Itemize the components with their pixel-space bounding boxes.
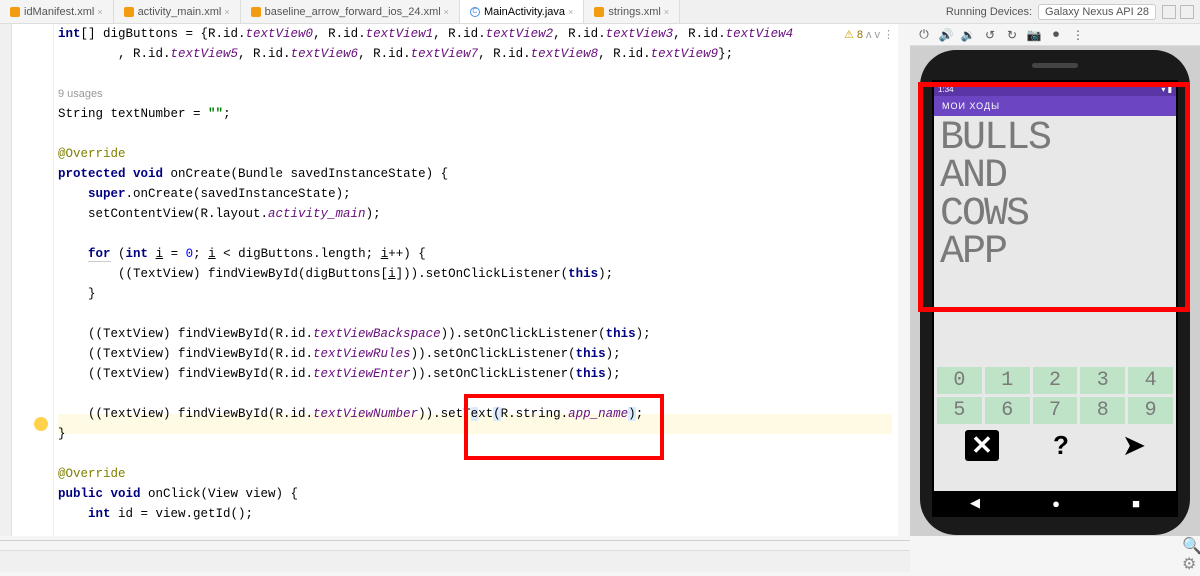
- volume-up-icon[interactable]: 🔊: [938, 27, 954, 43]
- key-1[interactable]: 1: [985, 367, 1030, 394]
- close-icon[interactable]: ×: [97, 7, 102, 17]
- key-8[interactable]: 8: [1080, 397, 1125, 424]
- tab-activity-main[interactable]: activity_main.xml×: [114, 0, 241, 23]
- tab-baseline-arrow[interactable]: baseline_arrow_forward_ios_24.xml×: [241, 0, 460, 23]
- key-6[interactable]: 6: [985, 397, 1030, 424]
- power-icon[interactable]: ⏻: [916, 27, 932, 43]
- settings-icon[interactable]: [1180, 5, 1194, 19]
- tab-strings[interactable]: strings.xml×: [584, 0, 680, 23]
- emulator-toolbar: ⏻ 🔊 🔉 ↺ ↻ 📷 ⏺ ⋮: [910, 24, 1200, 46]
- device-frame: 1:34 ▾ ▮ МОИ ХОДЫ BULLS AND COWS APP 0 1…: [920, 50, 1190, 535]
- running-devices-label: Running Devices:: [946, 6, 1032, 18]
- more-icon[interactable]: ⋮: [1070, 27, 1086, 43]
- tab-label: baseline_arrow_forward_ios_24.xml: [265, 6, 441, 18]
- bottom-panel: [0, 540, 910, 576]
- key-5[interactable]: 5: [937, 397, 982, 424]
- tab-label: strings.xml: [608, 6, 661, 18]
- tab-label: activity_main.xml: [138, 6, 222, 18]
- display-line-3: COWS: [940, 196, 1170, 234]
- record-icon[interactable]: ⏺: [1048, 27, 1064, 43]
- status-icons: ▾ ▮: [1161, 85, 1172, 94]
- key-3[interactable]: 3: [1080, 367, 1125, 394]
- device-selector[interactable]: Galaxy Nexus API 28: [1038, 4, 1156, 20]
- tab-manifest[interactable]: idManifest.xml×: [0, 0, 114, 23]
- key-2[interactable]: 2: [1033, 367, 1078, 394]
- app-display: BULLS AND COWS APP: [934, 116, 1176, 367]
- minimize-icon[interactable]: [1162, 5, 1176, 19]
- display-line-4: APP: [940, 234, 1170, 272]
- app-control-row: ✕ ? ➤: [934, 424, 1176, 467]
- app-keypad: 0 1 2 3 4 5 6 7 8 9: [934, 367, 1176, 424]
- key-9[interactable]: 9: [1128, 397, 1173, 424]
- rotate-left-icon[interactable]: ↺: [982, 27, 998, 43]
- app-title: МОИ ХОДЫ: [942, 101, 1000, 111]
- tab-main-activity[interactable]: C MainActivity.java×: [460, 0, 584, 23]
- display-line-1: BULLS: [940, 120, 1170, 158]
- code-content: int[] digButtons = {R.id.textView0, R.id…: [58, 24, 892, 524]
- emulator-side-toolbar: 🔍 ⚙: [1182, 536, 1198, 572]
- xml-icon: [594, 7, 604, 17]
- display-line-2: AND: [940, 158, 1170, 196]
- intention-bulb-icon[interactable]: [34, 417, 48, 431]
- screenshot-icon[interactable]: 📷: [1026, 27, 1042, 43]
- volume-down-icon[interactable]: 🔉: [960, 27, 976, 43]
- key-0[interactable]: 0: [937, 367, 982, 394]
- recents-button[interactable]: ■: [1132, 496, 1140, 511]
- rotate-right-icon[interactable]: ↻: [1004, 27, 1020, 43]
- zoom-icon[interactable]: 🔍: [1182, 536, 1196, 550]
- close-icon[interactable]: ×: [224, 7, 229, 17]
- android-nav-bar: ◀ ● ■: [934, 491, 1176, 515]
- xml-icon: [124, 7, 134, 17]
- backspace-button[interactable]: ✕: [965, 430, 999, 461]
- tab-label: idManifest.xml: [24, 6, 94, 18]
- window-controls: [1162, 5, 1194, 19]
- settings-icon[interactable]: ⚙: [1182, 554, 1196, 568]
- close-icon[interactable]: ×: [444, 7, 449, 17]
- tab-label: MainActivity.java: [484, 6, 565, 18]
- editor[interactable]: ⚠ 8 ʌ v ⋮ int[] digButtons = {R.id.textV…: [12, 24, 898, 536]
- close-icon[interactable]: ×: [664, 7, 669, 17]
- java-icon: C: [470, 7, 480, 17]
- android-app-bar: МОИ ХОДЫ: [934, 96, 1176, 116]
- home-button[interactable]: ●: [1052, 496, 1060, 511]
- emulator-panel: 1:34 ▾ ▮ МОИ ХОДЫ BULLS AND COWS APP 0 1…: [910, 46, 1200, 536]
- left-gutter: [0, 24, 12, 536]
- key-7[interactable]: 7: [1033, 397, 1078, 424]
- breadcrumb-bar[interactable]: [0, 550, 910, 572]
- device-screen[interactable]: 1:34 ▾ ▮ МОИ ХОДЫ BULLS AND COWS APP 0 1…: [932, 80, 1178, 517]
- phone-speaker: [1032, 63, 1078, 68]
- rules-button[interactable]: ?: [1053, 430, 1069, 461]
- back-button[interactable]: ◀: [970, 495, 980, 511]
- key-4[interactable]: 4: [1128, 367, 1173, 394]
- status-time: 1:34: [938, 85, 954, 94]
- xml-icon: [251, 7, 261, 17]
- line-gutter: [12, 24, 54, 536]
- xml-icon: [10, 7, 20, 17]
- android-status-bar: 1:34 ▾ ▮: [934, 82, 1176, 96]
- enter-button[interactable]: ➤: [1123, 430, 1145, 461]
- close-icon[interactable]: ×: [568, 7, 573, 17]
